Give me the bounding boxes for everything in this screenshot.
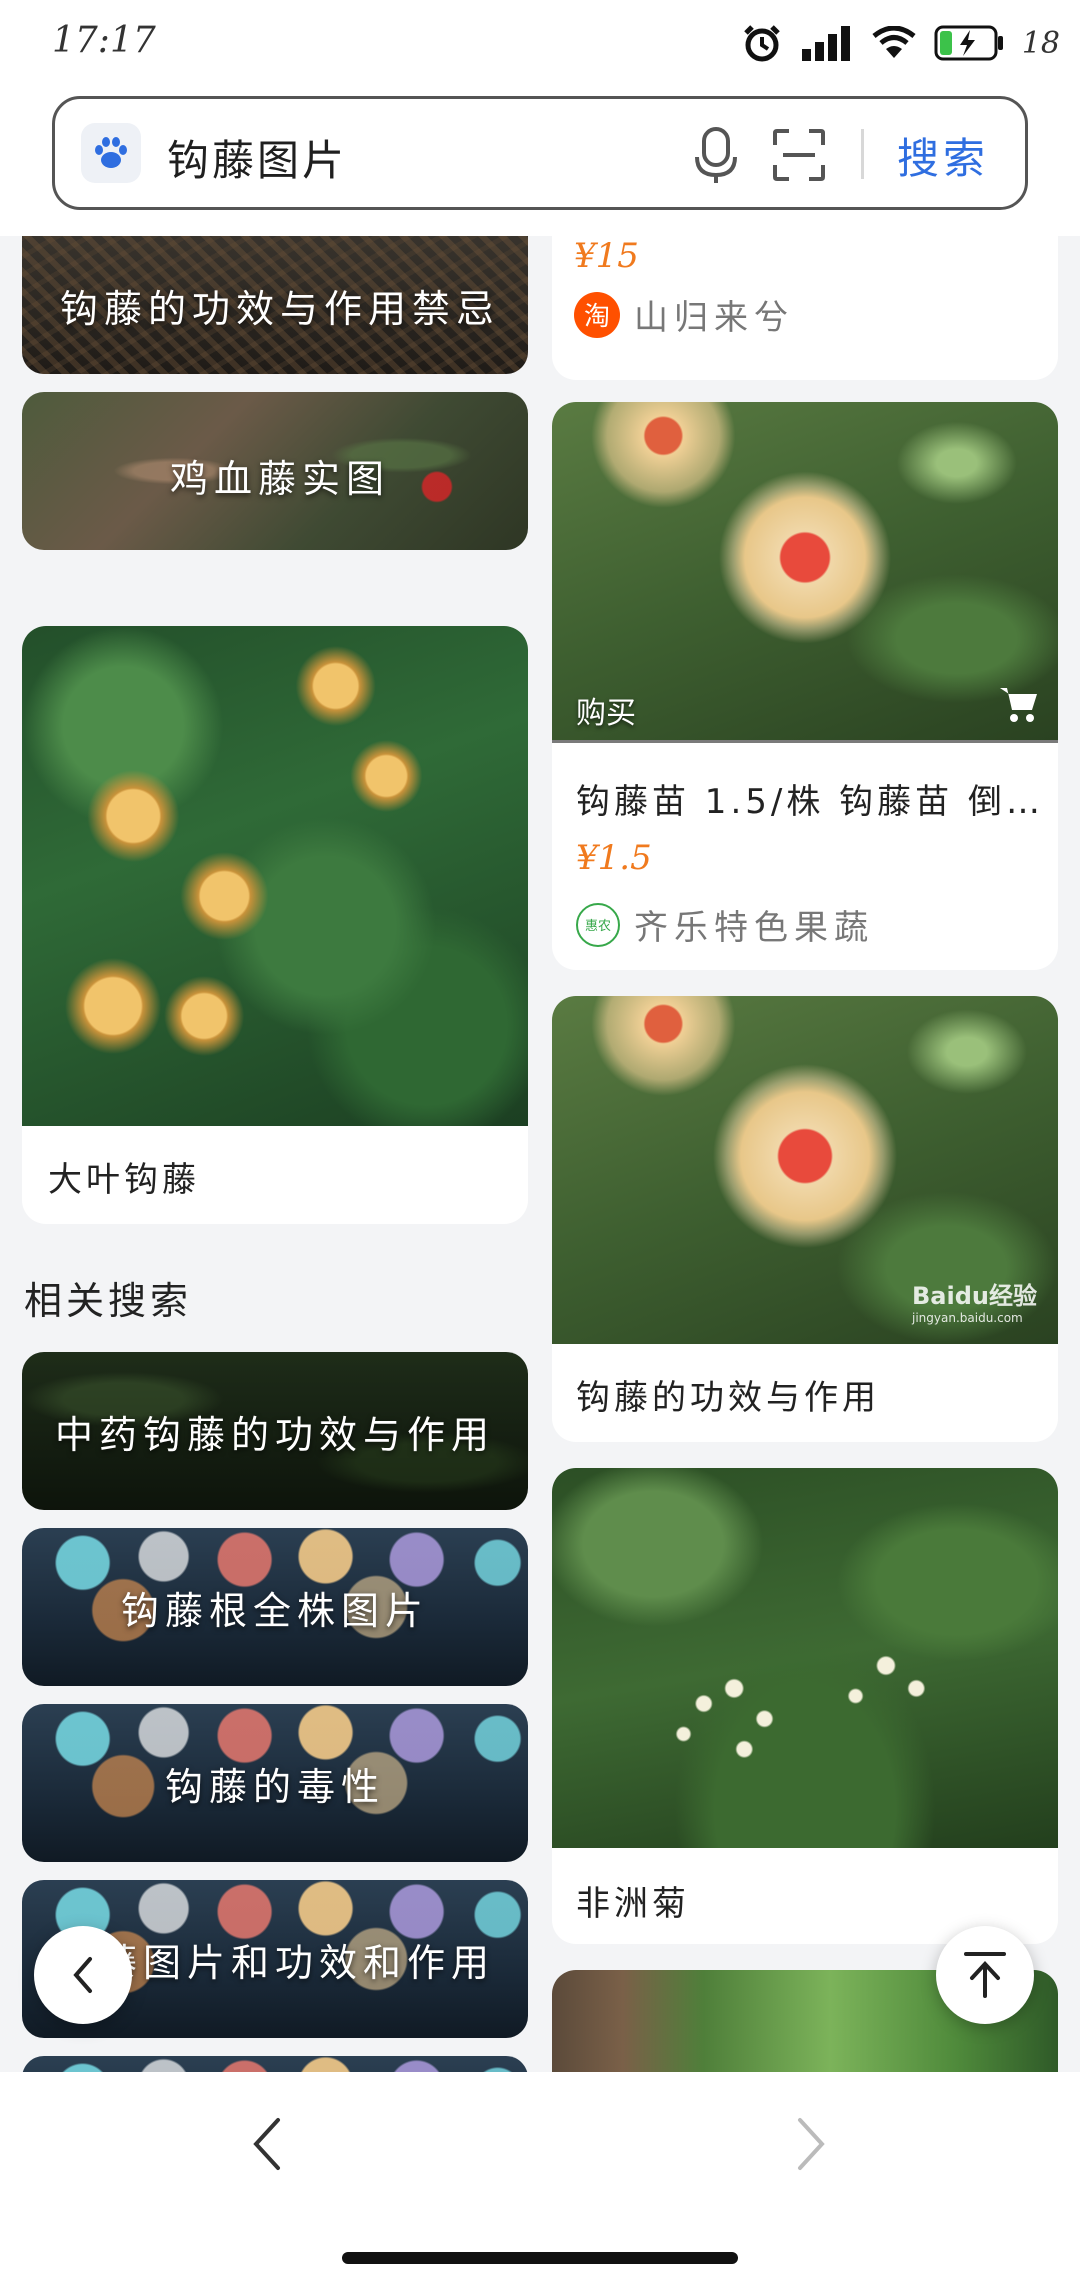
bottom-navigation [0,2072,1080,2280]
product-card-taobao[interactable]: ¥15 淘 山归来兮 [552,236,1058,380]
shop-name: 齐乐特色果蔬 [634,908,874,948]
shop-row[interactable]: 惠农 齐乐特色果蔬 [576,900,874,949]
related-search-label: 中药钩藤的功效与作用 [54,1413,495,1457]
battery-icon [934,25,1003,61]
search-box[interactable]: 钩藤图片 搜索 [52,96,1028,210]
shop-name: 山归来兮 [634,298,794,338]
related-search-item[interactable]: 钩藤根全株图片 [22,1528,528,1686]
image-card-feizhouju[interactable]: 非洲菊 [552,1468,1058,1944]
status-bar: 17:17 18 [0,0,1080,88]
image-caption: 鸡血藤实图 [170,457,391,501]
nav-back-icon[interactable] [250,2114,284,2174]
image-card-gouteng-effects-article[interactable]: Baidu经验 jingyan.baidu.com 钩藤的功效与作用 [552,996,1058,1442]
buy-label[interactable]: 购买 [576,688,636,732]
search-input[interactable]: 钩藤图片 [167,127,347,188]
related-search-item[interactable] [22,2056,528,2072]
taobao-icon: 淘 [574,291,620,338]
alarm-icon [744,25,780,62]
related-search-title: 相关搜索 [24,1279,193,1323]
chevron-left-icon [73,1957,92,1993]
status-time: 17:17 [52,20,156,61]
product-card-gouteng-seedling[interactable]: 购买 钩藤苗 1.5/株 钩藤苗 倒… ¥1.5 惠农 齐乐特色果蔬 [552,402,1058,970]
search-button[interactable]: 搜索 [897,125,989,186]
related-search-label: 钩藤根全株图片 [120,1589,429,1633]
arrow-up-to-top-icon [964,1952,1006,1998]
image-bottom-divider [552,740,1058,743]
image-feed[interactable]: 钩藤的功效与作用禁忌 鸡血藤实图 大叶钩藤 相关搜索 中药钩藤的功效与作用 钩藤… [0,236,1080,2072]
related-search-item[interactable]: 钩藤的毒性 [22,1704,528,1862]
back-to-top-button[interactable] [936,1926,1034,2024]
signal-icon [801,26,850,61]
search-divider [861,129,864,179]
product-price: ¥1.5 [576,838,652,878]
wifi-icon [872,26,916,58]
back-fab[interactable] [34,1926,132,2024]
image-card-dayegouteng[interactable]: 大叶钩藤 [22,626,528,1224]
image-card-jixueteng[interactable]: 鸡血藤实图 [22,392,528,550]
huinong-icon: 惠农 [576,902,620,947]
baidu-paw-icon[interactable] [81,123,141,183]
scan-icon[interactable] [773,129,825,181]
related-search-label: 钩藤的毒性 [164,1765,385,1809]
search-area: 钩藤图片 搜索 [0,88,1080,236]
shop-row[interactable]: 淘 山归来兮 [574,290,794,339]
product-title: 钩藤苗 1.5/株 钩藤苗 倒… [576,782,1044,822]
microphone-icon[interactable] [693,127,739,185]
battery-percent: 18 [1021,25,1060,61]
home-indicator[interactable] [342,2252,738,2264]
gouteng-flower-photo: Baidu经验 jingyan.baidu.com [552,996,1058,1344]
nav-forward-icon[interactable] [794,2114,828,2174]
status-icons: 18 [742,18,1060,68]
card-title: 非洲菊 [576,1884,690,1924]
feizhouju-photo [552,1468,1058,1848]
related-search-item[interactable]: 中药钩藤的功效与作用 [22,1352,528,1510]
shopping-cart-icon[interactable] [998,684,1040,724]
dayegouteng-photo [22,626,528,1126]
image-card-gouteng-effects[interactable]: 钩藤的功效与作用禁忌 [22,236,528,374]
baidu-jingyan-watermark: Baidu经验 jingyan.baidu.com [912,1282,1037,1325]
product-price: ¥15 [574,236,639,276]
card-title: 钩藤的功效与作用 [576,1378,880,1418]
card-title: 大叶钩藤 [48,1160,200,1200]
image-caption: 钩藤的功效与作用禁忌 [60,287,501,331]
